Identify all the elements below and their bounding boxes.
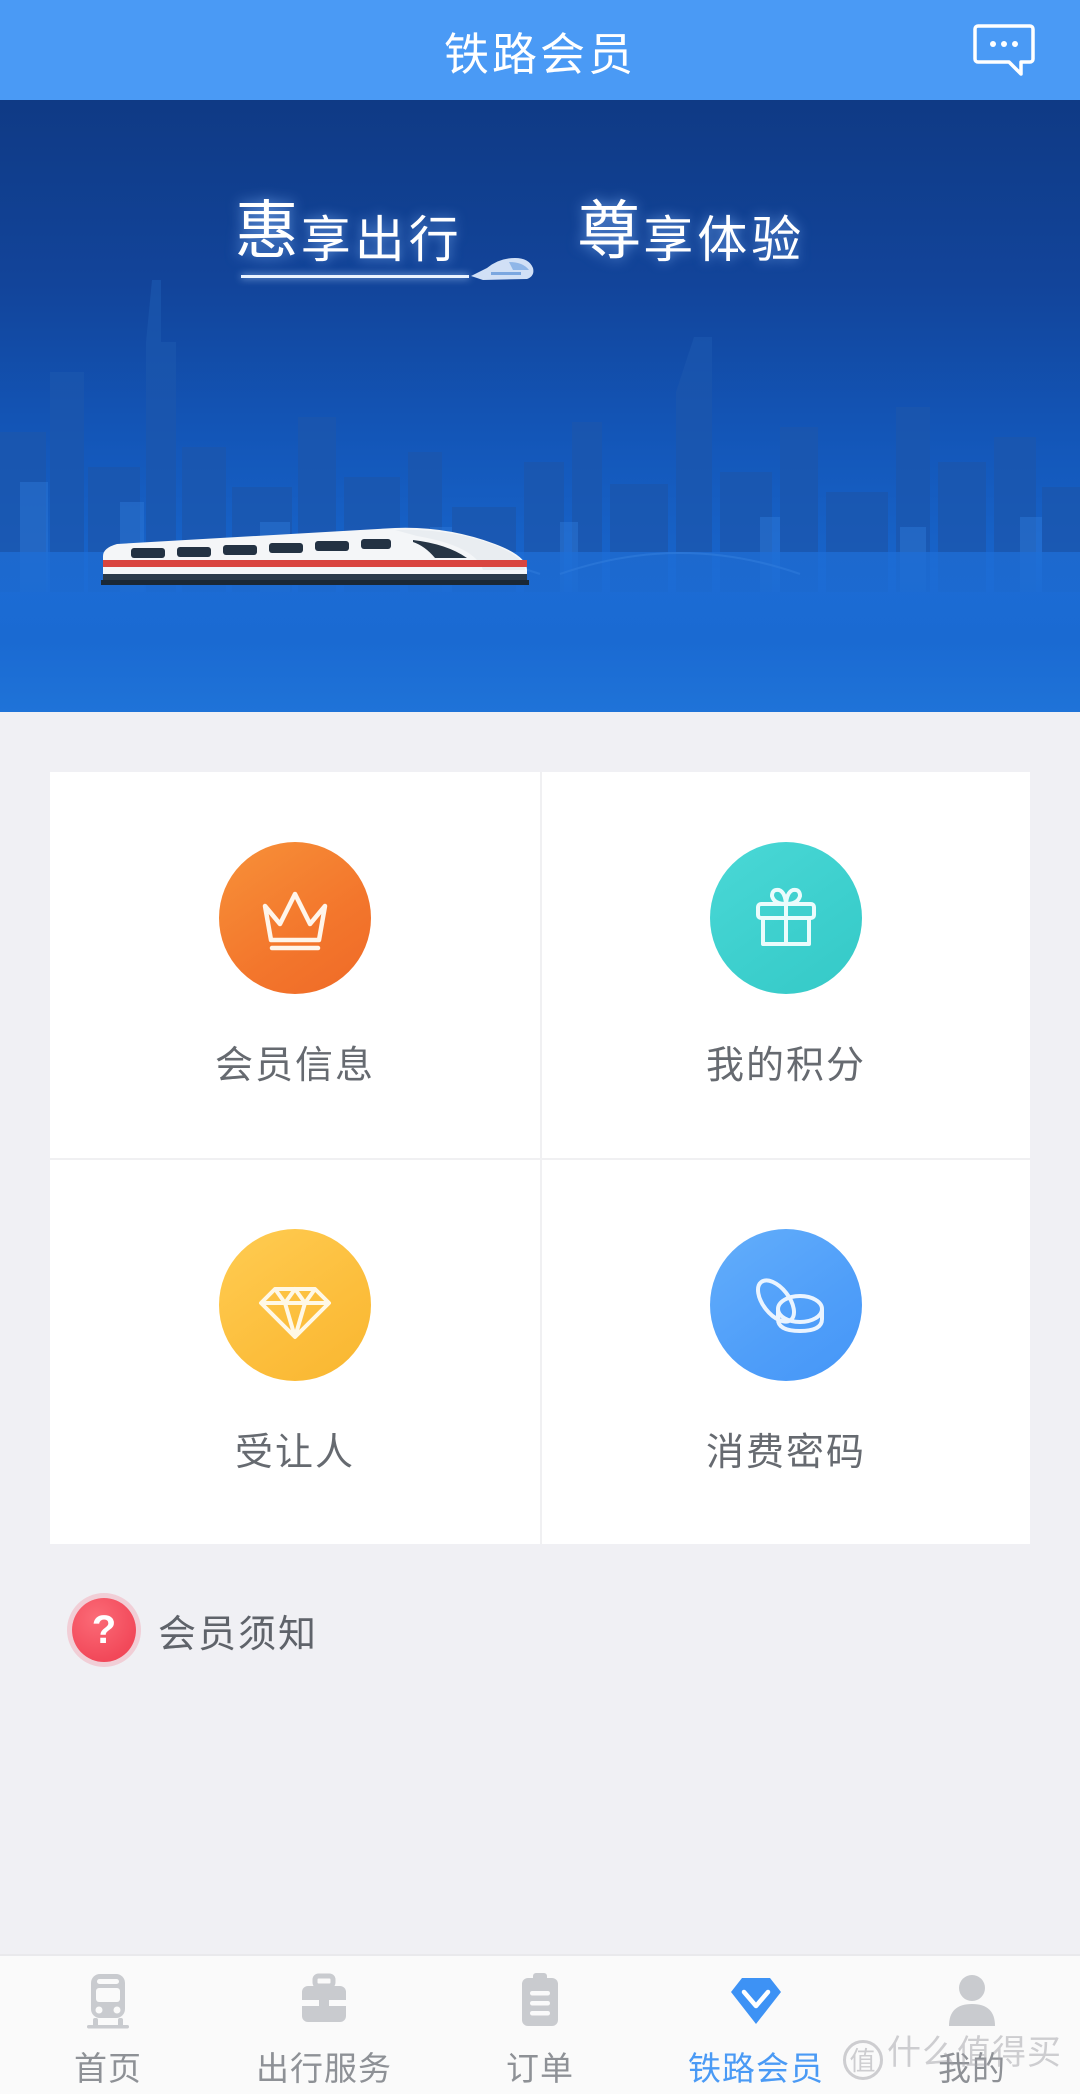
slogan-line2-emphasis: 尊 xyxy=(577,195,644,267)
train-icon xyxy=(87,1974,129,2029)
app-header: 铁路会员 xyxy=(0,0,1080,100)
diamond-icon xyxy=(219,1228,371,1381)
briefcase-icon xyxy=(302,1973,346,2022)
tab-orders[interactable]: 订单 xyxy=(432,1956,648,2094)
grid-item-consumption-password[interactable]: 消费密码 xyxy=(540,1158,1030,1544)
app-screen: 铁路会员 惠享出行 尊享体验 会员信息 我的积分 受让人 消费密码 ? 会员须知… xyxy=(0,0,1080,2094)
slogan-line1-rest: 享出行 xyxy=(300,212,463,268)
tab-railway-member[interactable]: 铁路会员 xyxy=(648,1956,864,2094)
tab-label: 出行服务 xyxy=(256,2050,392,2087)
grid-item-transferee[interactable]: 受让人 xyxy=(50,1158,540,1544)
page-title: 铁路会员 xyxy=(443,28,636,80)
crown-icon xyxy=(219,841,371,994)
tab-label: 铁路会员 xyxy=(688,2050,824,2087)
grid-item-my-points[interactable]: 我的积分 xyxy=(540,772,1030,1158)
clipboard-icon xyxy=(522,1973,558,2026)
hero-banner: 惠享出行 尊享体验 xyxy=(0,100,1080,712)
tab-label: 首页 xyxy=(74,2050,142,2087)
coins-icon xyxy=(710,1228,862,1381)
watermark-badge: 值 xyxy=(843,2040,883,2080)
feature-grid-card: 会员信息 我的积分 受让人 消费密码 xyxy=(50,772,1030,1544)
grid-item-label: 会员信息 xyxy=(214,1044,375,1087)
member-notice-row[interactable]: ? 会员须知 xyxy=(72,1598,318,1662)
grid-item-member-info[interactable]: 会员信息 xyxy=(50,772,540,1158)
member-notice-label: 会员须知 xyxy=(158,1613,319,1656)
high-speed-train-image xyxy=(101,527,529,585)
message-bubble-icon[interactable] xyxy=(973,22,1035,78)
banner-slogan: 惠享出行 尊享体验 xyxy=(0,150,1080,280)
question-mark-icon: ? xyxy=(72,1598,136,1662)
watermark: 值什么值得买 xyxy=(843,2025,1062,2080)
gift-icon xyxy=(710,841,862,994)
tab-travel-service[interactable]: 出行服务 xyxy=(216,1956,432,2094)
tab-label: 订单 xyxy=(506,2050,574,2087)
diamond-badge-icon xyxy=(731,1978,781,2024)
tab-home[interactable]: 首页 xyxy=(0,1956,216,2094)
grid-item-label: 消费密码 xyxy=(705,1431,866,1474)
slogan-underline xyxy=(240,275,469,278)
person-icon xyxy=(949,1975,995,2026)
train-glyph-icon xyxy=(470,258,534,280)
banner-slogan-line-1: 惠享出行 xyxy=(234,180,534,280)
slogan-line2-rest: 享体验 xyxy=(643,212,806,268)
grid-item-label: 我的积分 xyxy=(705,1044,866,1087)
banner-slogan-line-2: 尊享体验 xyxy=(577,180,805,272)
watermark-text: 什么值得买 xyxy=(887,2034,1062,2072)
grid-item-label: 受让人 xyxy=(234,1431,355,1474)
slogan-line1-emphasis: 惠 xyxy=(234,195,301,267)
